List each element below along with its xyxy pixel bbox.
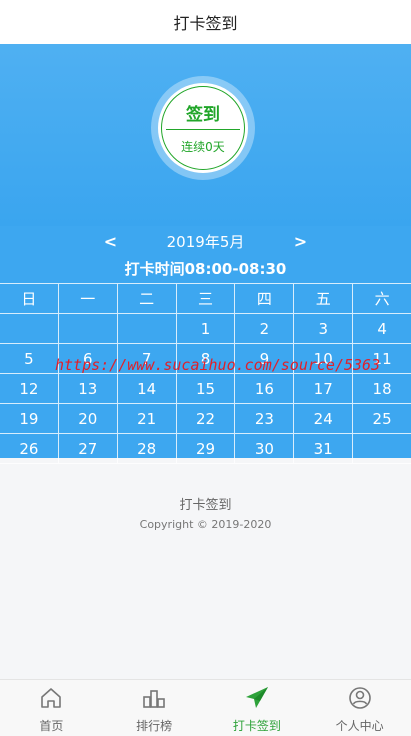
user-icon — [347, 685, 373, 715]
hero-banner: 签到 连续0天 — [0, 44, 411, 226]
calendar-nav: < 2019年5月 > — [0, 226, 411, 256]
tab-user[interactable]: 个人中心 — [308, 680, 411, 736]
streak-count: 连续0天 — [181, 140, 225, 154]
calendar-day-cell[interactable]: 2 — [235, 314, 295, 343]
home-icon — [38, 685, 64, 715]
calendar-day-cell[interactable]: 31 — [294, 434, 354, 463]
next-month-button[interactable]: > — [271, 232, 331, 251]
tab-label: 排行榜 — [136, 719, 173, 733]
calendar-day-cell[interactable]: 21 — [118, 404, 177, 433]
calendar-day-cell[interactable]: 13 — [59, 374, 118, 403]
prev-month-button[interactable]: < — [81, 232, 141, 251]
calendar-day-cell — [118, 314, 177, 343]
calendar-day-cell — [59, 314, 118, 343]
calendar-day-row: 19 20 21 22 23 24 25 — [0, 404, 411, 434]
calendar-day-cell[interactable]: 4 — [353, 314, 411, 343]
calendar-day-row: 1234 — [0, 314, 411, 344]
calendar-day-cell — [0, 314, 59, 343]
bottom-tab-bar: 首页 排行榜 打卡签到 个人中心 — [0, 679, 411, 736]
paper-plane-icon — [244, 685, 270, 715]
watermark-text: https://www.sucaihuo.com/source/5363 — [55, 356, 381, 374]
weekday-cell: 一 — [59, 284, 118, 313]
calendar-day-row: 26 27 28 29 30 31 — [0, 434, 411, 464]
calendar-day-cell[interactable]: 1 — [177, 314, 236, 343]
calendar-day-cell[interactable]: 3 — [294, 314, 354, 343]
calendar-day-cell — [353, 434, 411, 463]
ranking-icon — [141, 685, 167, 715]
weekday-row: 日一二三四五 六 — [0, 284, 411, 314]
calendar-day-cell[interactable]: 19 — [0, 404, 59, 433]
tab-label: 打卡签到 — [232, 719, 281, 733]
tab-home[interactable]: 首页 — [0, 680, 103, 736]
calendar-day-cell[interactable]: 17 — [294, 374, 354, 403]
calendar-day-cell[interactable]: 29 — [177, 434, 236, 463]
footer-info: 打卡签到 Copyright © 2019-2020 — [0, 482, 411, 679]
badge-divider — [166, 129, 240, 130]
tab-label: 首页 — [39, 719, 64, 733]
weekday-cell: 三 — [177, 284, 236, 313]
calendar-day-cell[interactable]: 12 — [0, 374, 59, 403]
footer-title: 打卡签到 — [179, 498, 232, 513]
weekday-cell: 二 — [118, 284, 177, 313]
calendar-day-cell[interactable]: 5 — [0, 344, 59, 373]
calendar-day-cell[interactable]: 15 — [177, 374, 236, 403]
tab-label: 个人中心 — [335, 719, 384, 733]
calendar-day-cell[interactable]: 22 — [177, 404, 236, 433]
calendar-day-cell[interactable]: 30 — [235, 434, 295, 463]
calendar-day-cell[interactable]: 20 — [59, 404, 118, 433]
calendar-day-cell[interactable]: 27 — [59, 434, 118, 463]
checkin-badge[interactable]: 签到 连续0天 — [151, 76, 255, 180]
calendar-day-cell[interactable]: 25 — [353, 404, 411, 433]
calendar: < 2019年5月 > 打卡时间08:00-08:30 日一二三四五六12345… — [0, 226, 411, 464]
weekday-cell: 日 — [0, 284, 59, 313]
calendar-day-cell[interactable]: 14 — [118, 374, 177, 403]
checkin-label: 签到 — [186, 105, 220, 125]
weekday-cell: 五 — [294, 284, 354, 313]
checkin-hours: 打卡时间08:00-08:30 — [124, 260, 287, 278]
page-title: 打卡签到 — [173, 14, 238, 33]
weekday-cell: 六 — [374, 290, 390, 308]
page-header: 打卡签到 — [0, 0, 411, 44]
tab-ranking[interactable]: 排行榜 — [103, 680, 206, 736]
calendar-day-cell[interactable]: 24 — [294, 404, 354, 433]
footer-copyright: Copyright © 2019-2020 — [139, 518, 272, 531]
calendar-day-cell[interactable]: 28 — [118, 434, 177, 463]
calendar-day-row: 12 13 14 15 16 17 18 — [0, 374, 411, 404]
calendar-day-cell[interactable]: 26 — [0, 434, 59, 463]
tab-paper-plane[interactable]: 打卡签到 — [206, 680, 309, 736]
calendar-month: 2019年5月 — [166, 232, 245, 251]
weekday-cell: 四 — [235, 284, 295, 313]
calendar-day-cell[interactable]: 18 — [353, 374, 411, 403]
calendar-day-cell[interactable]: 23 — [235, 404, 295, 433]
badge-ring — [161, 86, 245, 170]
calendar-day-cell[interactable]: 16 — [235, 374, 295, 403]
checkin-badge-face[interactable]: 签到 连续0天 — [158, 83, 248, 173]
